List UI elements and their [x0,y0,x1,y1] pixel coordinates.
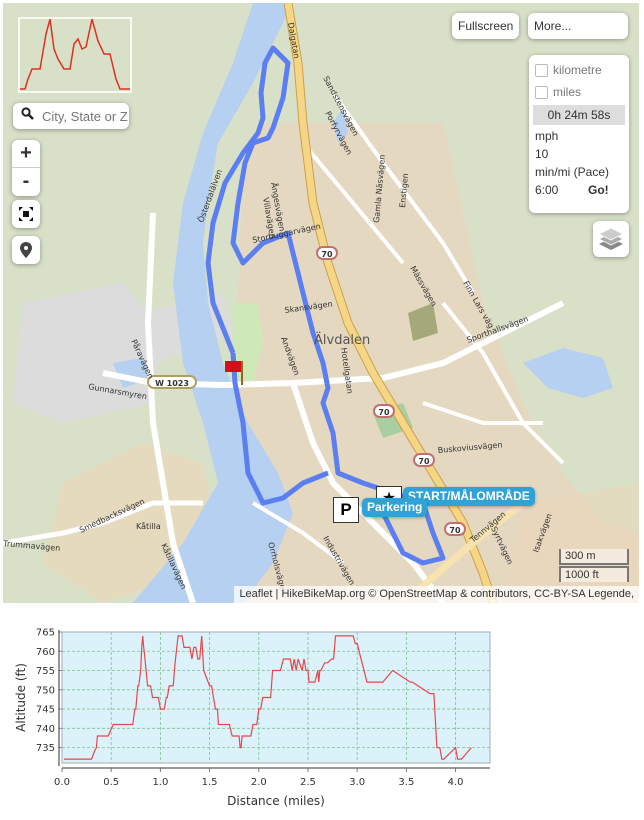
speed-input[interactable] [532,145,582,163]
zoom-control: + - [12,140,40,196]
road-shield-70: 70 [373,404,395,418]
expand-icon [19,207,33,221]
svg-text:70: 70 [449,526,461,535]
search-icon [21,107,34,125]
scale-metric: 300 m [559,549,629,565]
svg-text:70: 70 [418,457,430,466]
svg-text:Kåtilla: Kåtilla [136,521,161,531]
x-tick-label: 1.0 [152,777,168,788]
elevation-chart: 0.0 0.5 1.0 1.5 2.0 2.5 3.0 3.5 4.0 735 740 745 750… [14,628,491,808]
parking-label: Parkering [362,498,428,517]
pace-label: min/mi (Pace) [535,165,610,179]
search-input[interactable] [40,107,130,125]
y-tick-label: 755 [36,666,55,677]
more-button[interactable]: More... [528,13,628,39]
road-shield-w1023: W 1023 [147,375,197,389]
layers-icon [598,227,624,250]
place-label: Älvdalen [314,332,370,348]
y-tick-label: 745 [36,705,55,716]
plot-area [62,632,490,763]
go-button[interactable]: Go! [588,183,609,197]
road-shield-70: 70 [444,522,466,536]
miles-option[interactable]: miles [529,81,629,103]
map-pin-icon [20,242,32,258]
minimap-profile [20,18,130,90]
svg-text:70: 70 [321,250,333,259]
x-tick-label: 2.5 [300,777,316,788]
svg-text:70: 70 [378,408,390,417]
scale-imperial: 1000 ft [559,566,629,582]
fit-bounds-button[interactable] [12,200,40,228]
layers-button[interactable] [593,221,629,257]
y-tick-label: 760 [36,647,55,658]
attribution: Leaflet | HikeBikeMap.org © OpenStreetMa… [234,586,639,603]
map-view[interactable]: 70 70 70 70 W 1023 Älvdalen Dalgatan San… [3,3,639,603]
x-tick-label: 4.0 [448,777,464,788]
x-tick-label: 1.5 [202,777,218,788]
leaflet-link[interactable]: Leaflet [239,588,272,600]
locate-button[interactable] [12,236,40,264]
kilometre-option[interactable]: kilometre [529,59,629,81]
road-shield-70: 70 [413,453,435,467]
y-axis-label: Altitude (ft) [14,663,28,732]
parking-marker[interactable]: P [333,497,359,523]
road-shield-70: 70 [316,246,338,260]
speed-unit-label: mph [535,129,559,143]
y-tick-label: 750 [36,685,55,696]
svg-text:W 1023: W 1023 [155,379,189,388]
x-tick-label: 0.5 [103,777,119,788]
y-tick-label: 765 [36,628,55,639]
kilometre-checkbox[interactable] [535,63,548,77]
zoom-in-button[interactable]: + [12,140,40,168]
elevation-minimap[interactable] [18,17,132,93]
pace-panel: kilometre miles 0h 24m 58s mph min/mi (P… [529,55,629,213]
miles-checkbox[interactable] [535,85,548,99]
attribution-text[interactable]: HikeBikeMap.org © OpenStreetMap & contri… [281,588,634,600]
pace-input[interactable] [532,181,582,199]
y-tick-label: 740 [36,724,55,735]
x-tick-label: 0.0 [54,777,70,788]
x-tick-label: 2.0 [251,777,267,788]
duration-display: 0h 24m 58s [533,105,625,125]
y-tick-label: 735 [36,743,55,754]
x-tick-label: 3.5 [398,777,414,788]
zoom-out-button[interactable]: - [12,168,40,195]
x-tick-label: 3.0 [349,777,365,788]
x-axis-label: Distance (miles) [227,794,325,808]
fullscreen-button[interactable]: Fullscreen [452,13,520,39]
location-search[interactable] [13,103,130,129]
